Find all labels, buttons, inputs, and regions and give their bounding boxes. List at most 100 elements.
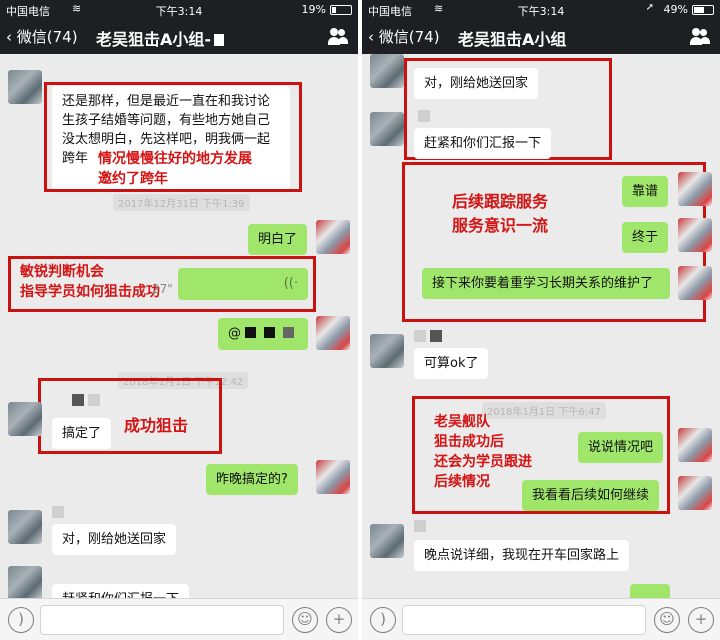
timestamp: 2017年12月31日 下午1:39	[113, 194, 250, 211]
avatar[interactable]	[370, 112, 404, 146]
message-bubble[interactable]: 可算ok了	[414, 348, 489, 379]
annotation-text: 后续跟踪服务 服务意识一流	[452, 190, 548, 238]
location-icon: ➚	[645, 2, 654, 13]
chat-title: 老吴狙击A小组	[458, 30, 567, 49]
message-bubble[interactable]: 对，刚给她送回家	[414, 68, 539, 99]
redaction-block	[414, 330, 426, 342]
annotation-line: 还会为学员跟进	[434, 454, 532, 470]
annotation-line: 指导学员如何狙击成功	[20, 284, 160, 300]
chat-area[interactable]: 对，刚给她送回家 赶紧和你们汇报一下 后续跟踪服务 服务意识一流 靠谱 终于 接…	[362, 54, 720, 598]
annotation-line: 后续跟踪服务	[452, 192, 549, 211]
battery-icon	[692, 5, 714, 15]
annotation-text: 老吴舰队 狙击成功后 还会为学员跟进 后续情况	[434, 412, 532, 492]
message-bubble[interactable]: 赶紧和你们汇报一下	[414, 128, 552, 159]
message-bubble[interactable]: 说说情况吧	[578, 432, 664, 463]
mention-prefix: @	[228, 326, 241, 341]
redaction-block	[264, 327, 275, 338]
redaction-block	[414, 520, 426, 532]
screens: 中国电信 ≋ 下午3:14 19% ‹ 微信(74) 老吴狙击A小组- 还是那样…	[0, 0, 720, 640]
message-bubble[interactable]: 我看看后续如何继续	[522, 480, 660, 511]
annotation-text: 情况慢慢往好的地方发展 邀约了跨年	[98, 149, 252, 189]
redaction-block	[418, 110, 430, 122]
back-button[interactable]: ‹ 微信(74)	[368, 26, 440, 47]
message-input[interactable]	[40, 605, 284, 635]
group-members-icon[interactable]	[690, 28, 710, 46]
avatar[interactable]	[678, 476, 712, 510]
nav-bar: ‹ 微信(74) 老吴狙击A小组-	[0, 20, 358, 54]
message-bubble[interactable]: 明白了	[248, 224, 308, 255]
voice-wave-icon: ((·	[283, 276, 298, 291]
annotation-text: 敏锐判断机会 指导学员如何狙击成功	[20, 262, 160, 302]
redaction-block	[52, 506, 64, 518]
avatar[interactable]	[370, 334, 404, 368]
message-input[interactable]	[402, 605, 646, 635]
annotation-line: 邀约了跨年	[98, 171, 168, 187]
voice-icon[interactable]: )	[370, 607, 396, 633]
voice-icon[interactable]: )	[8, 607, 34, 633]
redaction-block	[88, 394, 100, 406]
nav-bar: ‹ 微信(74) 老吴狙击A小组	[362, 20, 720, 54]
avatar[interactable]	[316, 460, 350, 494]
sender-name	[52, 506, 68, 521]
avatar[interactable]	[678, 172, 712, 206]
annotation-line: 后续情况	[434, 474, 490, 490]
status-bar: 中国电信 ≋ 下午3:14 ➚ 49%	[362, 0, 720, 20]
message-bubble[interactable]: @	[218, 318, 308, 350]
back-button[interactable]: ‹ 微信(74)	[6, 26, 78, 47]
annotation-line: 老吴舰队	[434, 414, 490, 430]
redaction-block	[72, 394, 84, 406]
avatar[interactable]	[678, 428, 712, 462]
message-bubble[interactable]: 搞定了	[52, 418, 112, 449]
battery-icon	[330, 5, 352, 15]
input-bar: ) ☺ +	[0, 598, 358, 640]
annotation-line: 服务意识一流	[452, 216, 549, 235]
plus-icon[interactable]: +	[688, 607, 714, 633]
message-bubble[interactable]: 靠谱	[622, 176, 669, 207]
avatar[interactable]	[316, 316, 350, 350]
chat-title: 老吴狙击A小组-	[96, 26, 225, 50]
avatar[interactable]	[8, 510, 42, 544]
status-bar: 中国电信 ≋ 下午3:14 19%	[0, 0, 358, 20]
avatar[interactable]	[8, 70, 42, 104]
redaction-block	[245, 327, 256, 338]
sender-name	[418, 110, 434, 125]
message-bubble[interactable]: 接下来你要着重学习长期关系的维护了	[422, 268, 670, 299]
battery-fill	[694, 7, 704, 13]
annotation-line: 敏锐判断机会	[20, 264, 104, 280]
redaction-block	[283, 327, 294, 338]
chat-title-text: 老吴狙击A小组-	[96, 30, 212, 49]
battery-fill	[332, 7, 336, 13]
redaction-block	[214, 34, 225, 46]
message-bubble[interactable]: 对，刚给她送回家	[52, 524, 177, 555]
input-bar: ) ☺ +	[362, 598, 720, 640]
sender-name	[414, 520, 430, 535]
right-phone-screen: 中国电信 ≋ 下午3:14 ➚ 49% ‹ 微信(74) 老吴狙击A小组 对，刚…	[362, 0, 720, 640]
voice-duration: 27"	[152, 282, 173, 296]
left-phone-screen: 中国电信 ≋ 下午3:14 19% ‹ 微信(74) 老吴狙击A小组- 还是那样…	[0, 0, 358, 640]
chat-area[interactable]: 还是那样，但是最近一直在和我讨论生孩子结婚等问题，有些地方她自己没太想明白，先这…	[0, 54, 358, 598]
message-bubble[interactable]: 赶紧和你们汇报一下	[52, 584, 190, 598]
plus-icon[interactable]: +	[326, 607, 352, 633]
message-bubble[interactable]: 昨晚搞定的?	[206, 464, 298, 495]
annotation-line: 情况慢慢往好的地方发展	[98, 151, 252, 167]
avatar[interactable]	[8, 566, 42, 598]
message-bubble[interactable]: 晚点说详细，我现在开车回家路上	[414, 540, 630, 571]
avatar[interactable]	[316, 220, 350, 254]
annotation-line: 狙击成功后	[434, 434, 504, 450]
message-bubble-partial[interactable]	[630, 584, 670, 598]
group-members-icon[interactable]	[328, 28, 348, 46]
voice-message-bubble[interactable]: ((·	[178, 268, 308, 300]
back-label: 微信(74)	[16, 28, 78, 46]
avatar[interactable]	[678, 218, 712, 252]
sender-name	[72, 394, 104, 409]
emoji-icon[interactable]: ☺	[292, 607, 318, 633]
annotation-text: 成功狙击	[124, 416, 189, 435]
avatar[interactable]	[370, 54, 404, 88]
battery-percent: 49%	[663, 3, 688, 16]
avatar[interactable]	[678, 266, 712, 300]
emoji-icon[interactable]: ☺	[654, 607, 680, 633]
message-bubble[interactable]: 终于	[622, 222, 669, 253]
avatar[interactable]	[370, 524, 404, 558]
sender-name	[414, 330, 446, 345]
avatar[interactable]	[8, 402, 42, 436]
